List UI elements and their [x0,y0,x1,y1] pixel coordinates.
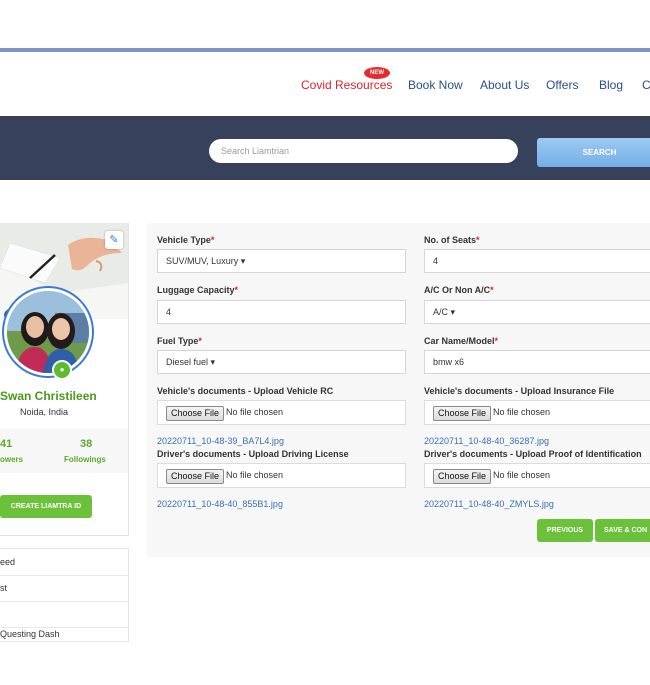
luggage-input[interactable]: 4 [157,300,406,324]
nav-offers[interactable]: Offers [546,78,578,92]
seats-label: No. of Seats* [424,235,480,245]
license-choose-file-button[interactable]: Choose File [166,469,225,484]
vehicle-type-label: Vehicle Type* [157,235,215,245]
fuel-type-label: Fuel Type* [157,336,202,346]
vehicle-type-select[interactable]: SUV/MUV, Luxury ▾ [157,249,406,273]
ac-select[interactable]: A/C ▾ [424,300,650,324]
id-file-link[interactable]: 20220711_10-48-40_ZMYLS.jpg [424,499,554,509]
car-name-label: Car Name/Model* [424,336,499,346]
save-continue-button[interactable]: SAVE & CON [595,519,650,542]
nav-about-us[interactable]: About Us [480,78,529,92]
nav-blog[interactable]: Blog [599,78,623,92]
luggage-label: Luggage Capacity* [157,285,239,295]
id-file-input[interactable]: Choose File No file chosen [424,463,650,488]
camera-icon[interactable]: ● [52,360,72,380]
rc-file-input[interactable]: Choose File No file chosen [157,400,406,425]
search-input[interactable] [209,139,518,163]
followings-label[interactable]: Followings [64,455,106,464]
followers-count[interactable]: 41 [0,438,12,450]
seats-input[interactable]: 4 [424,249,650,273]
license-doc-label: Driver's documents - Upload Driving Lice… [157,449,349,459]
license-no-file-text: No file chosen [226,470,284,480]
insurance-choose-file-button[interactable]: Choose File [433,406,492,421]
side-menu: eed st Questing Dash [0,548,129,642]
previous-button[interactable]: PREVIOUS [537,519,593,542]
id-no-file-text: No file chosen [493,470,551,480]
car-name-input[interactable]: bmw x6 [424,350,650,374]
followings-count[interactable]: 38 [80,438,92,450]
license-file-link[interactable]: 20220711_10-48-40_855B1.jpg [157,499,283,509]
edit-cover-icon[interactable]: ✎ [105,231,123,249]
side-menu-item-questing[interactable]: Questing Dash [0,627,128,642]
search-button[interactable]: SEARCH [537,138,650,167]
main-nav: Covid Resources NEW Book Now About Us Of… [0,52,650,116]
insurance-file-input[interactable]: Choose File No file chosen [424,400,650,425]
new-badge: NEW [364,67,390,79]
vehicle-form: Vehicle Type* SUV/MUV, Luxury ▾ No. of S… [147,223,650,557]
nav-contact[interactable]: Co [642,78,650,92]
profile-location: Noida, India [20,407,69,417]
rc-doc-label: Vehicle's documents - Upload Vehicle RC [157,386,334,396]
profile-name: Swan Christileen [0,389,97,403]
fuel-type-select[interactable]: Diesel fuel ▾ [157,350,406,374]
rc-no-file-text: No file chosen [226,407,284,417]
ac-label: A/C Or Non A/C* [424,285,494,295]
rc-file-link[interactable]: 20220711_10-48-39_BA7L4.jpg [157,436,284,446]
nav-book-now[interactable]: Book Now [408,78,463,92]
followers-label[interactable]: owers [0,455,23,464]
side-menu-item-feed[interactable]: eed [0,549,128,576]
avatar-photo [7,291,89,373]
side-menu-item-list[interactable]: st [0,575,128,602]
nav-covid-resources[interactable]: Covid Resources [301,78,392,92]
search-bar: SEARCH [0,116,650,180]
create-liamtra-id-button[interactable]: CREATE LIAMTRA ID [0,495,92,518]
license-file-input[interactable]: Choose File No file chosen [157,463,406,488]
insurance-no-file-text: No file chosen [493,407,551,417]
profile-stats: 41 owers 38 Followings [0,429,128,473]
rc-choose-file-button[interactable]: Choose File [166,406,225,421]
id-doc-label: Driver's documents - Upload Proof of Ide… [424,449,642,459]
profile-card: ✎ ● Swan Christileen Noida, India 41 owe… [0,223,129,536]
insurance-doc-label: Vehicle's documents - Upload Insurance F… [424,386,615,396]
id-choose-file-button[interactable]: Choose File [433,469,492,484]
avatar [4,288,92,376]
insurance-file-link[interactable]: 20220711_10-48-40_36287.jpg [424,436,549,446]
side-menu-item-blank[interactable] [0,601,128,628]
